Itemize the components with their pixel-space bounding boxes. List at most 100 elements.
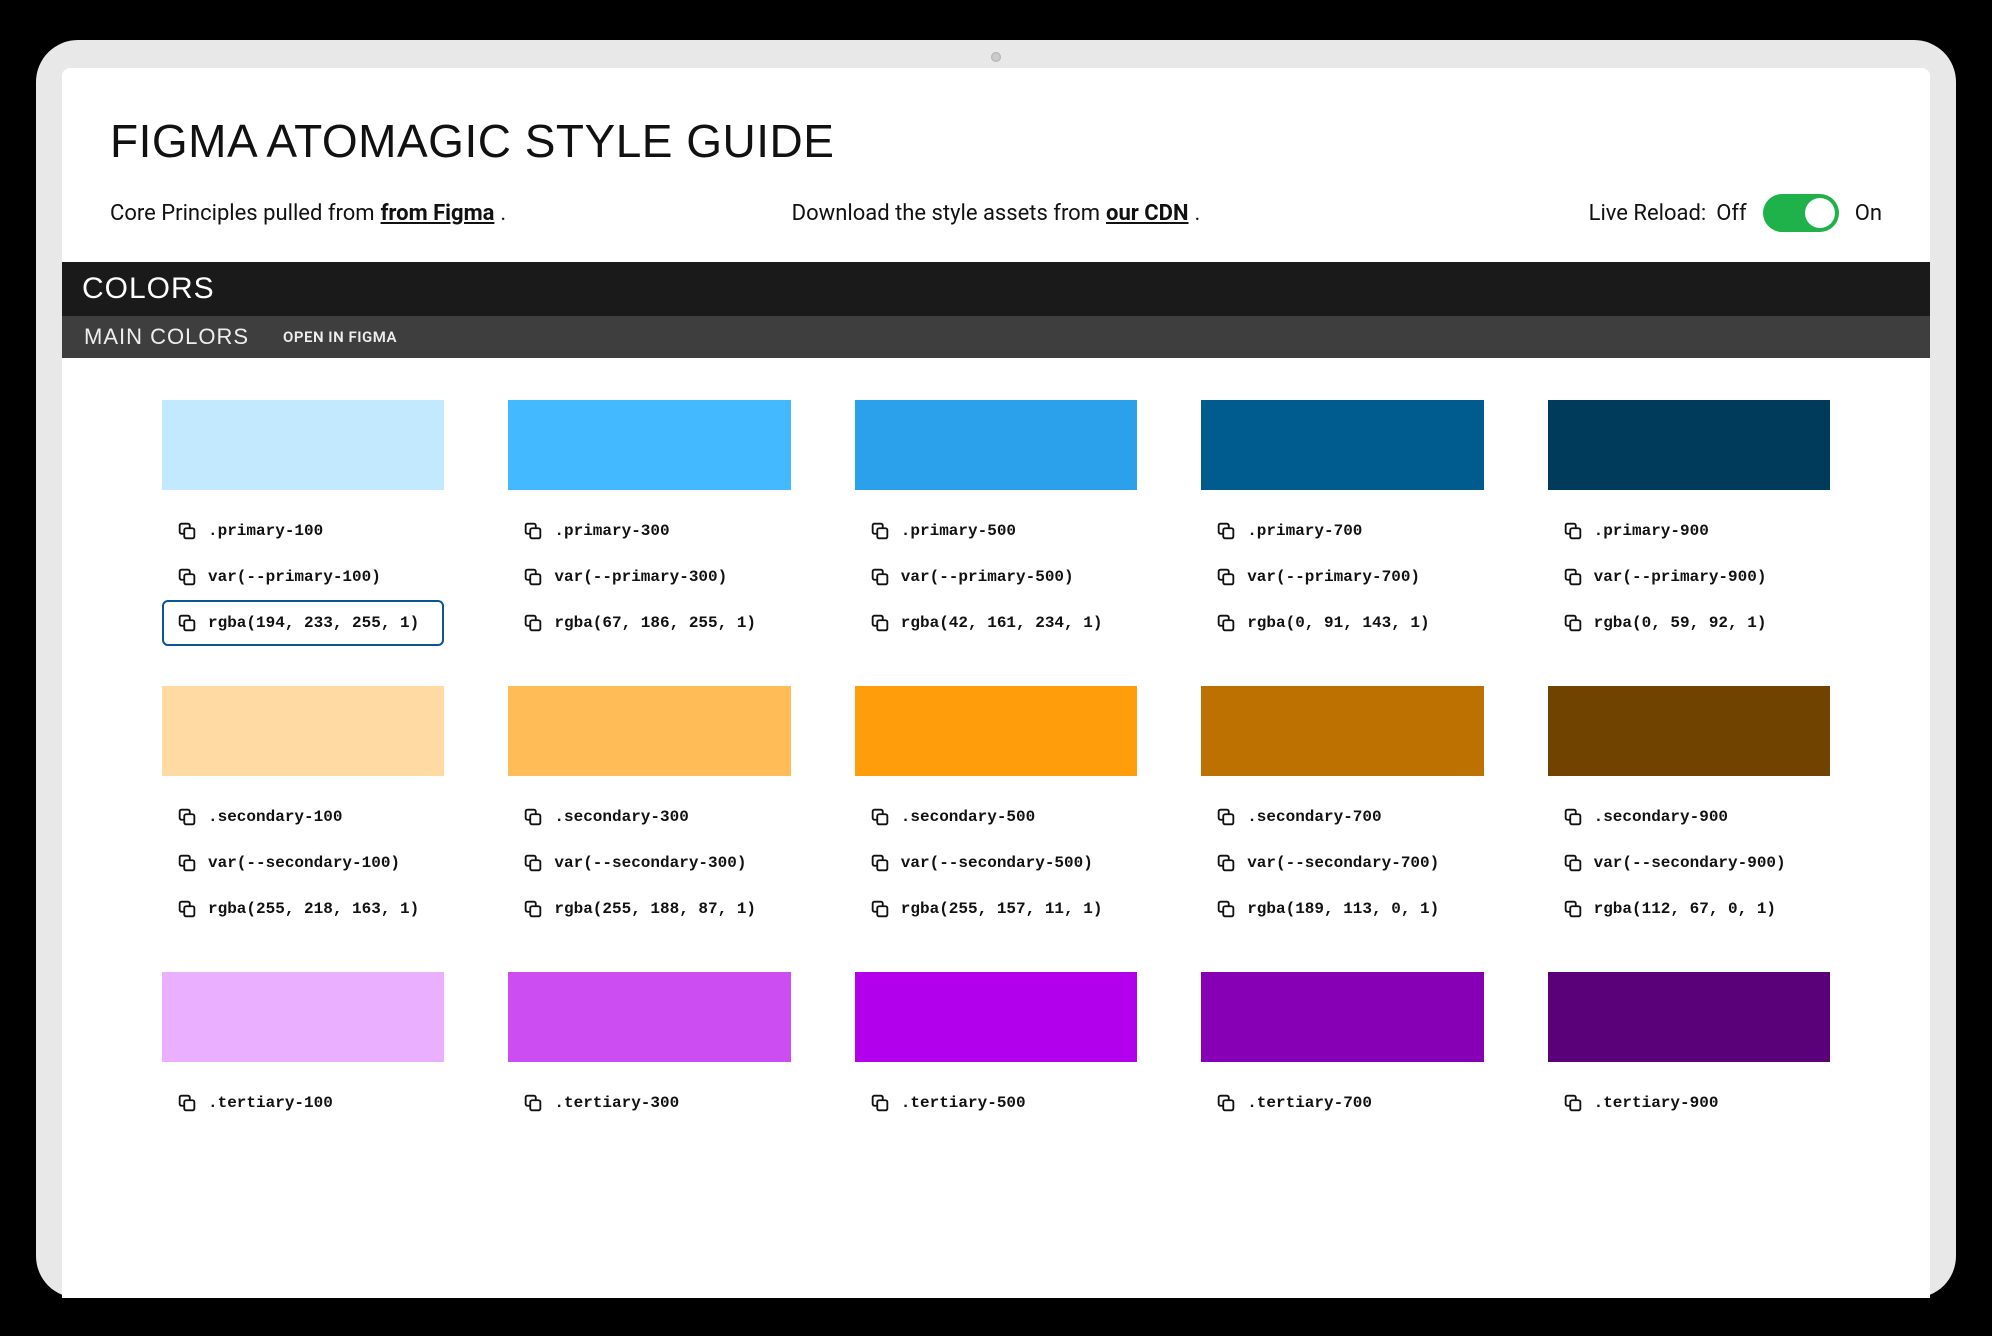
swatch-var_name-text: var(--secondary-700): [1247, 854, 1439, 872]
copy-var_name-button[interactable]: var(--primary-900): [1548, 554, 1830, 600]
copy-icon: [1562, 898, 1584, 920]
copy-rgba-button[interactable]: rgba(42, 161, 234, 1): [855, 600, 1137, 646]
copy-class_name-button[interactable]: .secondary-300: [508, 794, 790, 840]
copy-icon: [176, 898, 198, 920]
copy-class_name-button[interactable]: .tertiary-100: [162, 1080, 444, 1126]
from-figma-link[interactable]: from Figma: [381, 201, 495, 226]
copy-class_name-button[interactable]: .tertiary-500: [855, 1080, 1137, 1126]
swatch-color: [1548, 686, 1830, 776]
swatch-rgba-text: rgba(255, 218, 163, 1): [208, 900, 419, 918]
swatch: .primary-500var(--primary-500)rgba(42, 1…: [855, 400, 1137, 646]
copy-var_name-button[interactable]: var(--primary-100): [162, 554, 444, 600]
swatch: .tertiary-900: [1548, 972, 1830, 1126]
swatch-color: [508, 686, 790, 776]
copy-icon: [522, 852, 544, 874]
copy-class_name-button[interactable]: .primary-100: [162, 508, 444, 554]
swatch-color: [162, 400, 444, 490]
copy-icon: [1562, 1092, 1584, 1114]
copy-icon: [869, 806, 891, 828]
swatch-grid: .primary-100 var(--primary-100) rgba(194, …: [62, 358, 1930, 1126]
copy-rgba-button[interactable]: rgba(0, 91, 143, 1): [1201, 600, 1483, 646]
swatch-color: [1201, 686, 1483, 776]
copy-icon: [176, 806, 198, 828]
copy-icon: [1215, 566, 1237, 588]
copy-class_name-button[interactable]: .primary-500: [855, 508, 1137, 554]
section-colors-bar: COLORS: [62, 262, 1930, 316]
page-header: FIGMA ATOMAGIC STYLE GUIDE Core Principl…: [62, 68, 1930, 262]
copy-rgba-button[interactable]: rgba(189, 113, 0, 1): [1201, 886, 1483, 932]
copy-class_name-button[interactable]: .primary-700: [1201, 508, 1483, 554]
copy-var_name-button[interactable]: var(--secondary-900): [1548, 840, 1830, 886]
copy-icon: [522, 806, 544, 828]
swatch-class_name-text: .primary-100: [208, 522, 323, 540]
copy-icon: [522, 898, 544, 920]
copy-var_name-button[interactable]: var(--primary-300): [508, 554, 790, 600]
swatch-color: [1548, 400, 1830, 490]
copy-class_name-button[interactable]: .tertiary-700: [1201, 1080, 1483, 1126]
copy-var_name-button[interactable]: var(--secondary-700): [1201, 840, 1483, 886]
live-reload-on-label: On: [1855, 201, 1882, 226]
copy-icon: [869, 566, 891, 588]
copy-icon: [1562, 806, 1584, 828]
copy-icon: [176, 612, 198, 634]
copy-class_name-button[interactable]: .secondary-100: [162, 794, 444, 840]
copy-rgba-button[interactable]: rgba(67, 186, 255, 1): [508, 600, 790, 646]
swatch-var_name-text: var(--secondary-900): [1594, 854, 1786, 872]
copy-var_name-button[interactable]: var(--secondary-100): [162, 840, 444, 886]
swatch-rgba-text: rgba(67, 186, 255, 1): [554, 614, 756, 632]
copy-icon: [1562, 612, 1584, 634]
copy-class_name-button[interactable]: .primary-300: [508, 508, 790, 554]
copy-var_name-button[interactable]: var(--secondary-300): [508, 840, 790, 886]
copy-class_name-button[interactable]: .secondary-900: [1548, 794, 1830, 840]
swatch: .primary-300var(--primary-300) rgba(67, 1…: [508, 400, 790, 646]
swatch-var_name-text: var(--primary-900): [1594, 568, 1767, 586]
swatch-class_name-text: .primary-900: [1594, 522, 1709, 540]
copy-class_name-button[interactable]: .tertiary-900: [1548, 1080, 1830, 1126]
copy-var_name-button[interactable]: var(--primary-700): [1201, 554, 1483, 600]
swatch: .secondary-300 var(--secondary-300) rgba(2…: [508, 686, 790, 932]
swatch-color: [1201, 972, 1483, 1062]
copy-rgba-button[interactable]: rgba(0, 59, 92, 1): [1548, 600, 1830, 646]
swatch: .primary-100 var(--primary-100) rgba(194, …: [162, 400, 444, 646]
section-title: COLORS: [82, 272, 215, 305]
download-text: Download the style assets from: [792, 201, 1100, 226]
copy-class_name-button[interactable]: .secondary-700: [1201, 794, 1483, 840]
copy-class_name-button[interactable]: .primary-900: [1548, 508, 1830, 554]
copy-class_name-button[interactable]: .tertiary-300: [508, 1080, 790, 1126]
swatch-class_name-text: .primary-700: [1247, 522, 1362, 540]
copy-var_name-button[interactable]: var(--primary-500): [855, 554, 1137, 600]
copy-rgba-button[interactable]: rgba(255, 218, 163, 1): [162, 886, 444, 932]
header-row: Core Principles pulled from from Figma. …: [110, 194, 1882, 232]
cdn-link[interactable]: our CDN: [1106, 201, 1188, 226]
swatch: .secondary-900 var(--secondary-900) rgba(1…: [1548, 686, 1830, 932]
copy-icon: [869, 520, 891, 542]
swatch-color: [855, 686, 1137, 776]
copy-var_name-button[interactable]: var(--secondary-500): [855, 840, 1137, 886]
copy-icon: [1215, 898, 1237, 920]
copy-icon: [176, 1092, 198, 1114]
swatch: .primary-900 var(--primary-900) rgba(0, 59…: [1548, 400, 1830, 646]
copy-icon: [869, 612, 891, 634]
copy-icon: [869, 898, 891, 920]
copy-rgba-button[interactable]: rgba(255, 157, 11, 1): [855, 886, 1137, 932]
subsection-title: MAIN COLORS: [84, 324, 249, 350]
copy-icon: [522, 520, 544, 542]
screen: FIGMA ATOMAGIC STYLE GUIDE Core Principl…: [62, 68, 1930, 1298]
copy-icon: [1215, 806, 1237, 828]
open-in-figma-link[interactable]: OPEN IN FIGMA: [283, 328, 397, 346]
copy-class_name-button[interactable]: .secondary-500: [855, 794, 1137, 840]
swatch-var_name-text: var(--secondary-300): [554, 854, 746, 872]
swatch-class_name-text: .secondary-100: [208, 808, 342, 826]
copy-rgba-button[interactable]: rgba(112, 67, 0, 1): [1548, 886, 1830, 932]
live-reload-toggle[interactable]: [1763, 194, 1839, 232]
swatch-color: [162, 972, 444, 1062]
swatch-color: [855, 972, 1137, 1062]
copy-rgba-button[interactable]: rgba(194, 233, 255, 1): [162, 600, 444, 646]
copy-rgba-button[interactable]: rgba(255, 188, 87, 1): [508, 886, 790, 932]
swatch-color: [508, 972, 790, 1062]
swatch: .tertiary-300: [508, 972, 790, 1126]
swatch-var_name-text: var(--primary-100): [208, 568, 381, 586]
swatch: .secondary-700 var(--secondary-700) rgba(1…: [1201, 686, 1483, 932]
copy-icon: [176, 520, 198, 542]
swatch-rgba-text: rgba(112, 67, 0, 1): [1594, 900, 1776, 918]
